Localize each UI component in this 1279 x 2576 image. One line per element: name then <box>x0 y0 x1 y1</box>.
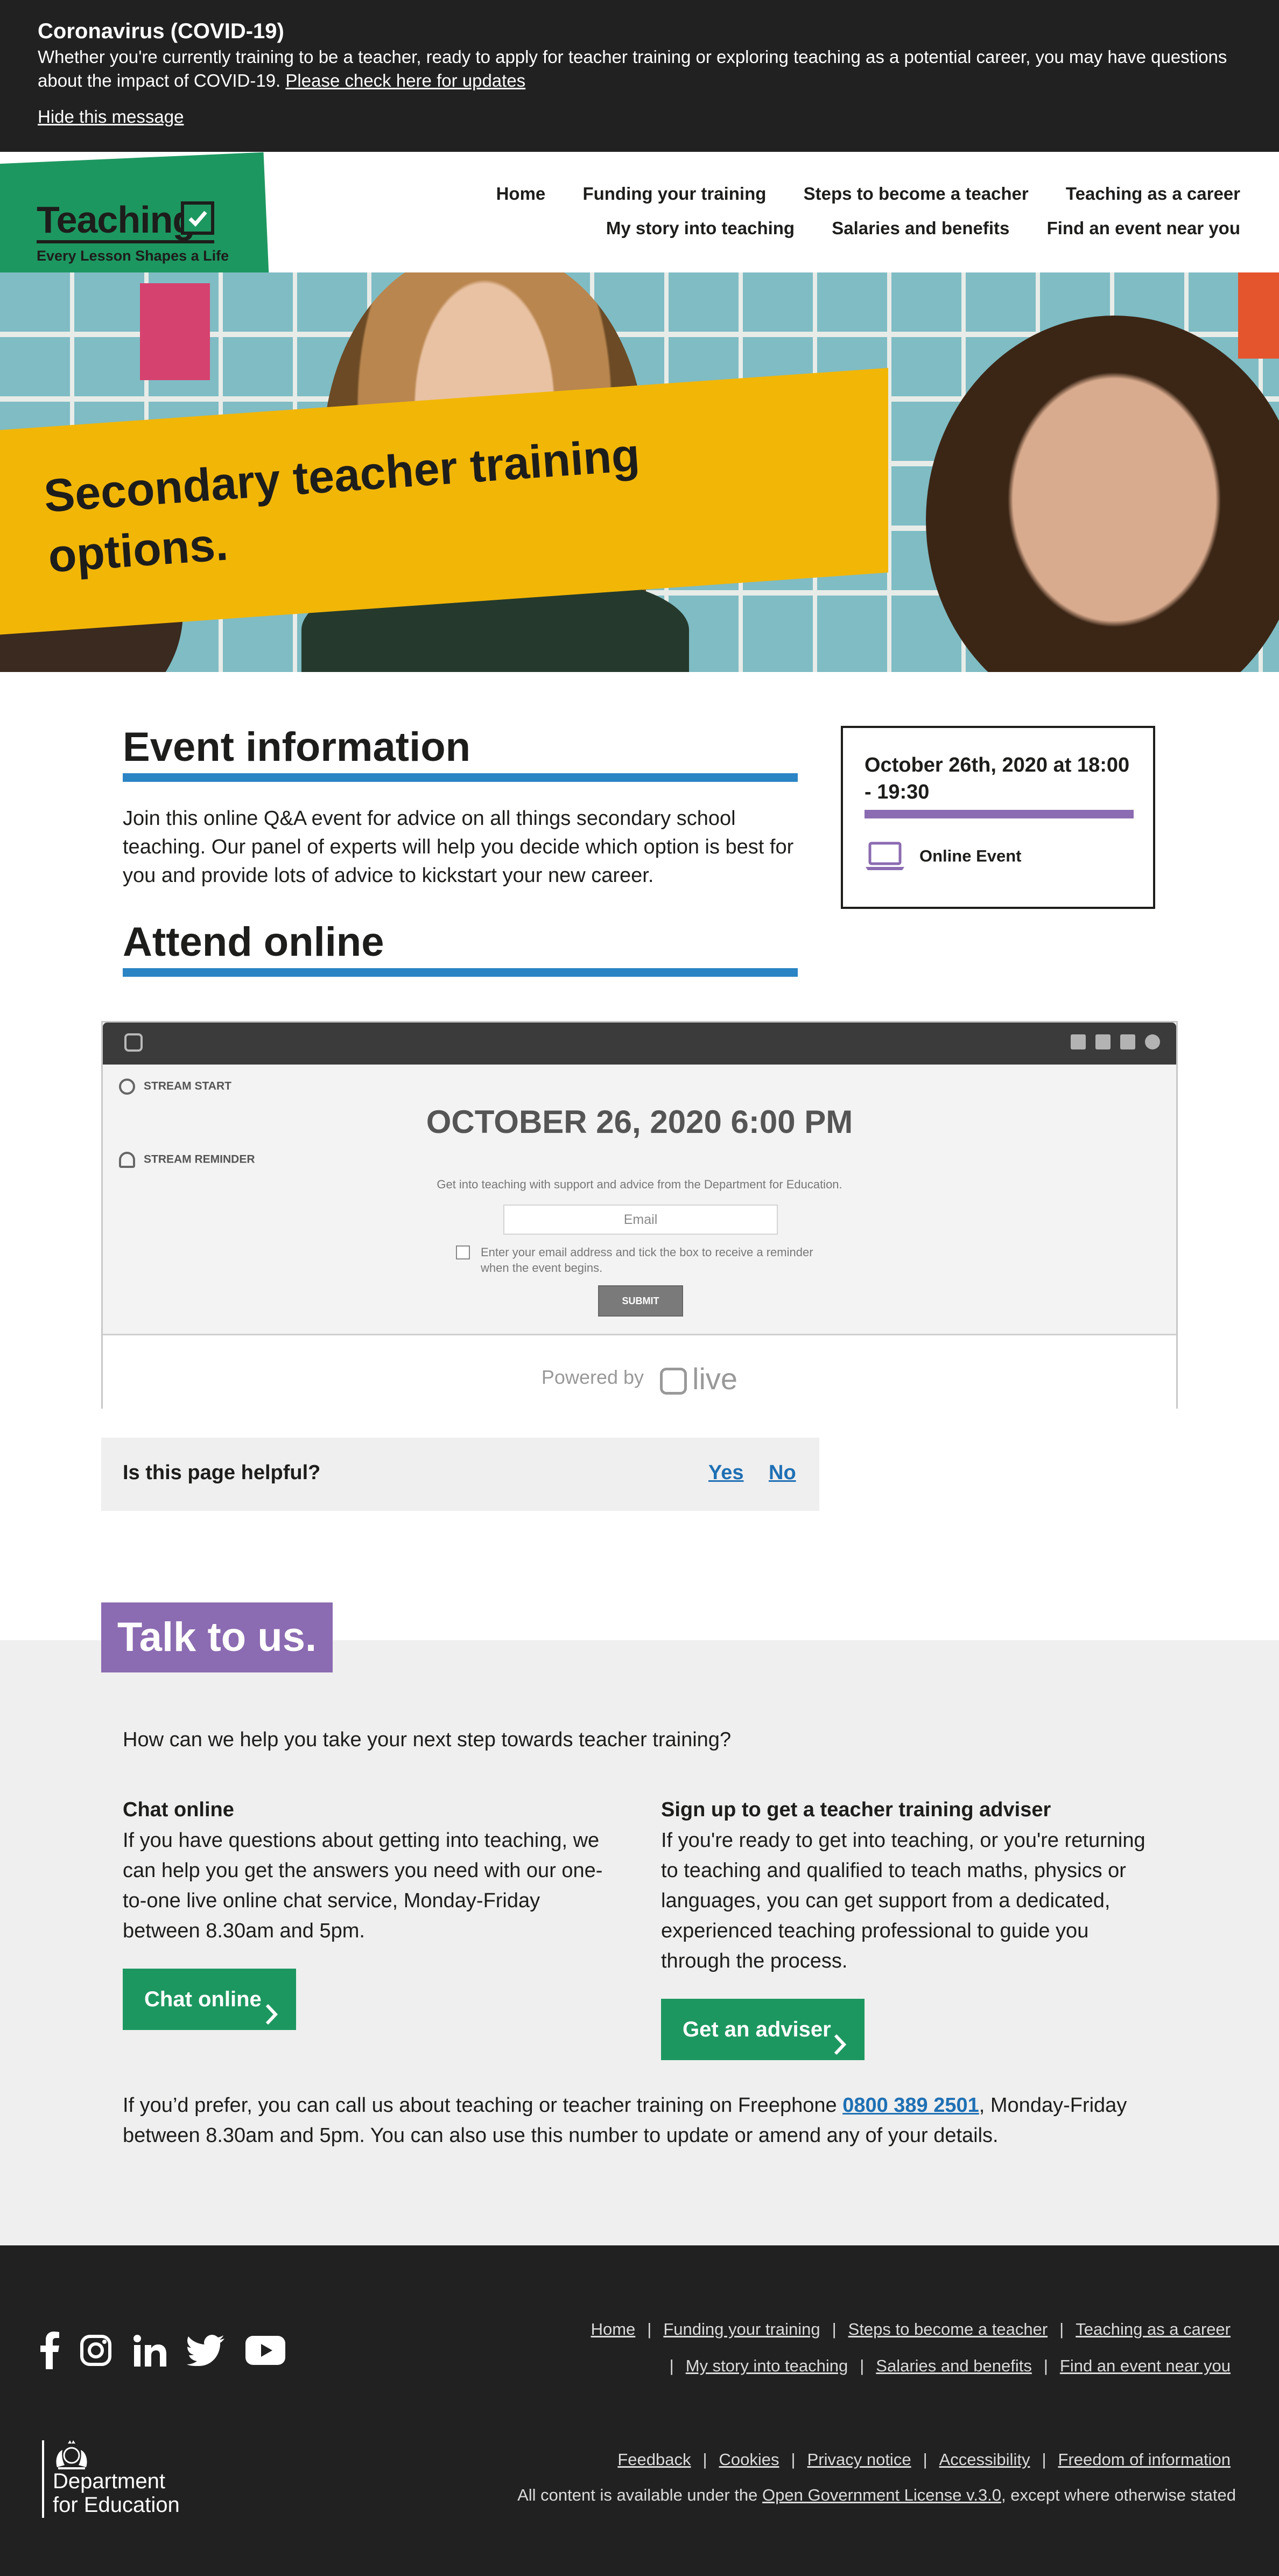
footer-link-privacy[interactable]: Privacy notice <box>807 2450 911 2469</box>
facebook-icon[interactable] <box>1071 1034 1086 1049</box>
linkedin-icon[interactable] <box>133 2334 166 2369</box>
footer-link-funding[interactable]: Funding your training <box>663 2320 820 2339</box>
nav-career[interactable]: Teaching as a career <box>1066 184 1240 204</box>
hero-image-detail <box>140 283 210 380</box>
hide-message-link[interactable]: Hide this message <box>38 107 184 127</box>
chat-text: If you have questions about getting into… <box>123 1829 603 1942</box>
reminder-checkbox[interactable] <box>456 1245 470 1259</box>
clock-icon <box>119 1079 135 1095</box>
gear-icon[interactable] <box>1145 1034 1160 1049</box>
footer-link-find-event[interactable]: Find an event near you <box>1060 2356 1231 2375</box>
widget-share-icons <box>1061 1034 1160 1052</box>
heading-underline <box>123 773 798 782</box>
feedback-yes-link[interactable]: Yes <box>708 1461 744 1485</box>
live-brand: live <box>660 1362 737 1396</box>
nav-steps[interactable]: Steps to become a teacher <box>804 184 1029 204</box>
stream-widget: STREAM START STREAM REMINDER OCTOBER 26,… <box>101 1021 1178 1410</box>
covid-message: Whether you're currently training to be … <box>38 47 1227 90</box>
footer-nav-row-1: Home | Funding your training | Steps to beco… <box>591 2320 1231 2339</box>
license-statement: All content is available under the Open … <box>517 2486 1236 2504</box>
nav-my-story[interactable]: My story into teaching <box>606 218 795 238</box>
twitter-icon[interactable] <box>1095 1034 1111 1049</box>
chat-heading: Chat online <box>123 1798 234 1821</box>
footer-social-icons <box>40 2332 304 2372</box>
linkedin-icon[interactable] <box>1120 1034 1135 1049</box>
adviser-heading: Sign up to get a teacher training advise… <box>661 1798 1051 1821</box>
site-logo[interactable]: Teaching Every Lesson Shapes a Life <box>37 198 229 264</box>
laptop-icon <box>865 841 905 874</box>
widget-footer: Powered by live <box>103 1334 1176 1410</box>
stream-start-label: STREAM START <box>119 1079 231 1095</box>
chevron-right-icon <box>833 2018 847 2080</box>
event-type: Online Event <box>919 846 1022 865</box>
footer-link-accessibility[interactable]: Accessibility <box>939 2450 1030 2469</box>
phone-paragraph: If you’d prefer, you can call us about t… <box>123 2094 1127 2147</box>
hero-image-detail <box>1238 272 1279 359</box>
main-navigation: Home Funding your training Steps to beco… <box>433 182 1240 251</box>
adviser-text: If you're ready to get into teaching, or… <box>661 1829 1146 1972</box>
logo-tagline: Every Lesson Shapes a Life <box>37 248 229 264</box>
feedback-no-link[interactable]: No <box>769 1461 796 1485</box>
phone-link[interactable]: 0800 389 2501 <box>842 2094 979 2117</box>
submit-button[interactable]: SUBMIT <box>598 1285 683 1317</box>
footer-link-cookies[interactable]: Cookies <box>719 2450 779 2469</box>
event-details-card: October 26th, 2020 at 18:00 - 19:30 Onli… <box>841 726 1155 909</box>
stream-reminder-label: STREAM REMINDER <box>119 1152 255 1168</box>
covid-updates-link[interactable]: Please check here for updates <box>285 71 525 90</box>
youtube-icon[interactable] <box>245 2336 285 2368</box>
feedback-question: Is this page helpful? <box>123 1461 321 1484</box>
powered-by[interactable]: Powered by live <box>103 1361 1176 1396</box>
nav-salaries[interactable]: Salaries and benefits <box>832 218 1009 238</box>
attend-online-heading: Attend online <box>123 919 384 965</box>
site-footer: Home | Funding your training | Steps to beco… <box>0 2245 1279 2576</box>
footer-link-foi[interactable]: Freedom of information <box>1058 2450 1231 2469</box>
twitter-icon[interactable] <box>187 2335 225 2369</box>
footer-link-feedback[interactable]: Feedback <box>617 2450 691 2469</box>
email-input[interactable]: Email <box>503 1205 778 1235</box>
get-adviser-button[interactable]: Get an adviser <box>661 1999 865 2060</box>
facebook-icon[interactable] <box>40 2332 59 2372</box>
nav-funding[interactable]: Funding your training <box>582 184 766 204</box>
card-divider <box>865 810 1134 818</box>
footer-nav-row-2: | My story into teaching | Salaries and ben… <box>669 2356 1231 2375</box>
footer-link-career[interactable]: Teaching as a career <box>1076 2320 1231 2339</box>
talk-to-us-heading: Talk to us. <box>101 1602 333 1672</box>
logo-wordmark: Teaching <box>37 199 195 241</box>
event-intro: Join this online Q&A event for advice on… <box>123 807 794 887</box>
footer-link-home[interactable]: Home <box>591 2320 636 2339</box>
dfe-logo-text[interactable]: Department for Education <box>53 2469 180 2517</box>
widget-toolbar <box>103 1023 1176 1065</box>
footer-link-salaries[interactable]: Salaries and benefits <box>876 2356 1032 2375</box>
nav-home[interactable]: Home <box>496 184 546 204</box>
royal-crest-icon <box>53 2439 90 2473</box>
event-date: October 26th, 2020 at 18:00 - 19:30 <box>865 754 1130 803</box>
footer-link-my-story[interactable]: My story into teaching <box>686 2356 848 2375</box>
chevron-right-icon <box>265 1988 278 2049</box>
live-logo-icon <box>124 1033 143 1052</box>
event-info-heading: Event information <box>123 724 471 770</box>
reminder-checkbox-label: Enter your email address and tick the bo… <box>481 1245 813 1275</box>
checkmark-icon <box>181 201 214 235</box>
stream-description: Get into teaching with support and advic… <box>437 1178 842 1191</box>
license-link[interactable]: Open Government License v.3.0 <box>762 2486 1001 2504</box>
footer-legal-links: Feedback | Cookies | Privacy notice | Accessib… <box>617 2450 1231 2469</box>
chat-online-button[interactable]: Chat online <box>123 1969 296 2030</box>
covid-title: Coronavirus (COVID-19) <box>38 19 284 43</box>
stream-date: OCTOBER 26, 2020 6:00 PM <box>426 1104 853 1140</box>
dfe-logo-rule <box>42 2440 44 2518</box>
logo-underline <box>37 240 214 243</box>
footer-link-steps[interactable]: Steps to become a teacher <box>848 2320 1048 2339</box>
instagram-icon[interactable] <box>80 2334 112 2369</box>
page-feedback: Is this page helpful? Yes No <box>101 1438 819 1511</box>
covid-banner: Coronavirus (COVID-19) Whether you're cu… <box>0 0 1279 152</box>
talk-question: How can we help you take your next step … <box>123 1728 732 1751</box>
heading-underline <box>123 968 798 977</box>
nav-find-event[interactable]: Find an event near you <box>1047 218 1240 238</box>
bell-icon <box>119 1152 135 1168</box>
